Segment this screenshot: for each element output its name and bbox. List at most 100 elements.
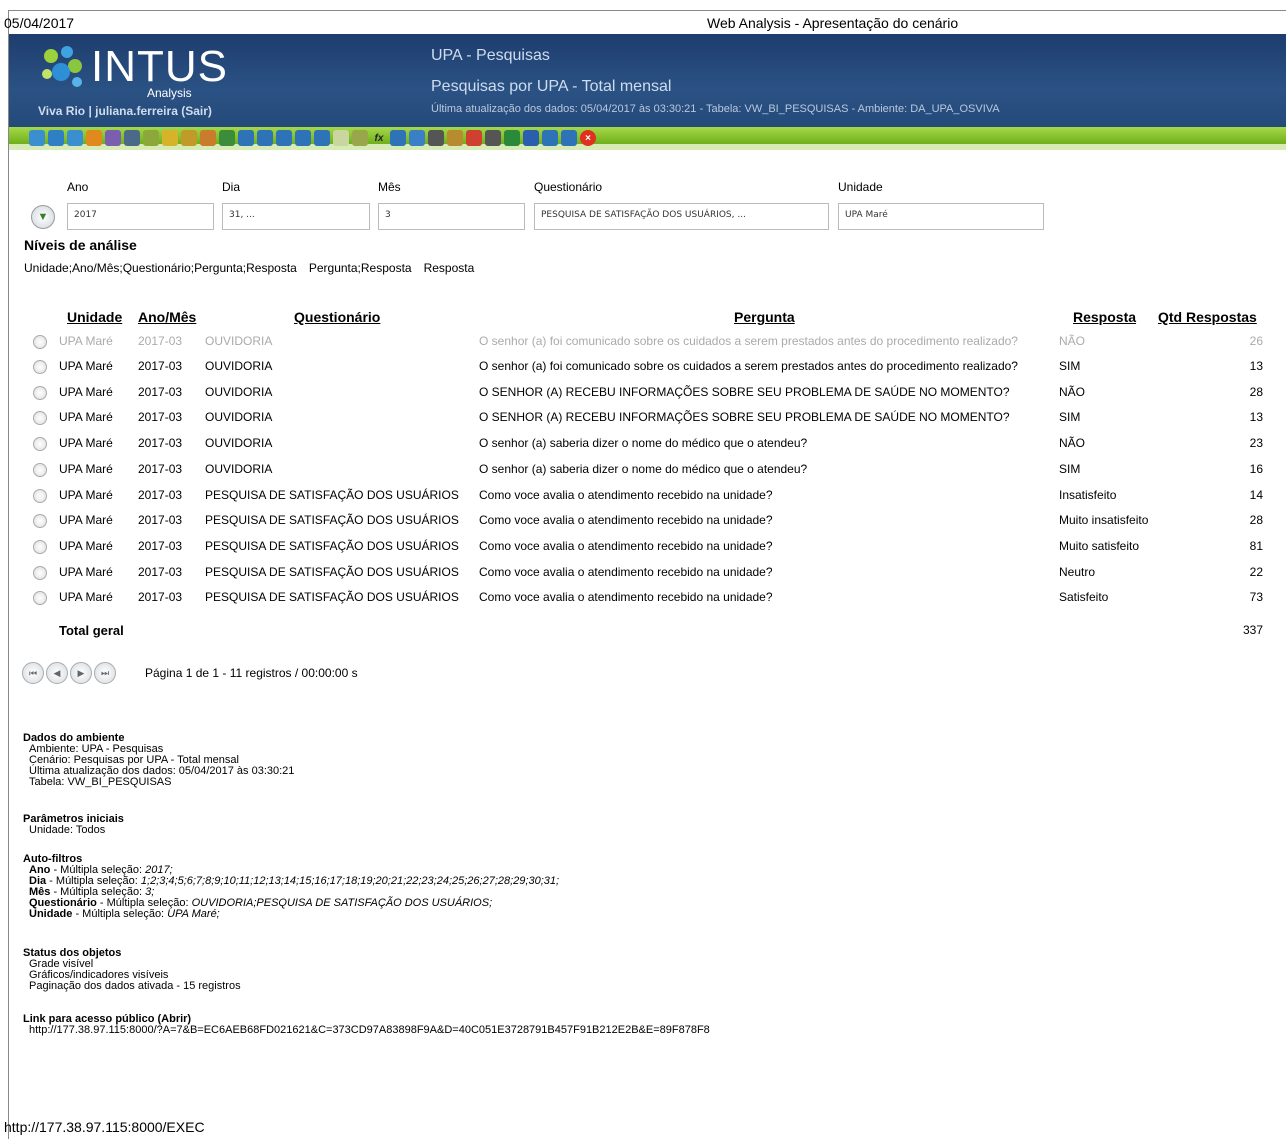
pin-icon[interactable] xyxy=(86,130,102,146)
close-icon[interactable]: × xyxy=(580,130,596,146)
nivel-link[interactable]: Pergunta;Resposta xyxy=(309,261,412,275)
cell-anomes: 2017-03 xyxy=(138,539,183,553)
intus-logo[interactable]: INTUS Analysis xyxy=(37,38,227,100)
apply-filter-button[interactable]: ▼ xyxy=(31,205,55,229)
filter-dia-field[interactable]: 31, ... xyxy=(222,203,370,230)
cell-anomes: 2017-03 xyxy=(138,513,183,527)
table-row[interactable]: UPA Maré 2017-03 PESQUISA DE SATISFAÇÃO DO… xyxy=(0,565,1286,591)
filter-mes-field[interactable]: 3 xyxy=(378,203,525,230)
cell-qtd: 28 xyxy=(1249,385,1263,399)
col-header-unidade[interactable]: Unidade xyxy=(67,309,122,325)
filter-icon[interactable] xyxy=(162,130,178,146)
user-session-link[interactable]: Viva Rio | juliana.ferreira (Sair) xyxy=(38,104,212,118)
row-radio[interactable] xyxy=(33,566,47,580)
col-header-qtd[interactable]: Qtd Respostas xyxy=(1158,309,1257,325)
hierarchy-icon[interactable] xyxy=(200,130,216,146)
table-row[interactable]: UPA Maré 2017-03 PESQUISA DE SATISFAÇÃO DO… xyxy=(0,513,1286,539)
row-radio[interactable] xyxy=(33,386,47,400)
first-page-button[interactable]: ⏮ xyxy=(22,662,44,684)
chart-icon[interactable] xyxy=(390,130,406,146)
table-row[interactable]: UPA Maré 2017-03 PESQUISA DE SATISFAÇÃO DO… xyxy=(0,590,1286,616)
line-chart-icon[interactable] xyxy=(409,130,425,146)
cell-qtd: 23 xyxy=(1249,436,1263,450)
rows-icon[interactable] xyxy=(276,130,292,146)
last-page-button[interactable]: ⏭ xyxy=(94,662,116,684)
filter-unidade-field[interactable]: UPA Maré xyxy=(838,203,1044,230)
nivel-link[interactable]: Unidade;Ano/Mês;Questionário;Pergunta;Re… xyxy=(24,261,297,275)
cell-anomes: 2017-03 xyxy=(138,385,183,399)
export-icon[interactable] xyxy=(542,130,558,146)
grid-icon[interactable] xyxy=(257,130,273,146)
back-icon[interactable] xyxy=(48,130,64,146)
traffic-light-icon[interactable] xyxy=(466,130,482,146)
col-header-questionario[interactable]: Questionário xyxy=(294,309,380,325)
col-header-resposta[interactable]: Resposta xyxy=(1073,309,1136,325)
row-radio[interactable] xyxy=(33,489,47,503)
filter-questionario-field[interactable]: PESQUISA DE SATISFAÇÃO DOS USUÁRIOS, ... xyxy=(534,203,829,230)
window-icon[interactable] xyxy=(561,130,577,146)
sum-icon[interactable] xyxy=(295,130,311,146)
table-row[interactable]: UPA Maré 2017-03 OUVIDORIA O senhor (a) sab… xyxy=(0,436,1286,462)
row-radio[interactable] xyxy=(33,437,47,451)
cell-resposta: NÃO xyxy=(1059,334,1086,348)
cell-resposta: Neutro xyxy=(1059,565,1096,579)
cell-pergunta: O senhor (a) foi comunicado sobre os cui… xyxy=(479,334,1018,348)
presentation-icon[interactable] xyxy=(105,130,121,146)
cell-qtd: 73 xyxy=(1249,590,1263,604)
table-row[interactable]: UPA Maré 2017-03 OUVIDORIA O senhor (a) foi… xyxy=(0,334,1286,360)
niveis-list: Unidade;Ano/Mês;Questionário;Pergunta;Re… xyxy=(24,261,486,275)
fx-icon[interactable]: fx xyxy=(371,130,387,146)
flask-icon[interactable] xyxy=(143,130,159,146)
tree-icon[interactable] xyxy=(447,130,463,146)
row-radio[interactable] xyxy=(33,360,47,374)
spellcheck-icon[interactable] xyxy=(219,130,235,146)
home-icon[interactable] xyxy=(29,130,45,146)
toolbar: fx × xyxy=(9,127,1286,150)
cell-anomes: 2017-03 xyxy=(138,590,183,604)
row-radio[interactable] xyxy=(33,463,47,477)
cell-pergunta: O senhor (a) foi comunicado sobre os cui… xyxy=(479,359,1018,373)
columns-icon[interactable] xyxy=(238,130,254,146)
table-row[interactable]: UPA Maré 2017-03 PESQUISA DE SATISFAÇÃO DO… xyxy=(0,488,1286,514)
row-radio[interactable] xyxy=(33,411,47,425)
screen-icon[interactable] xyxy=(124,130,140,146)
public-link[interactable]: http://177.38.97.115:8000/?A=7&B=EC6AEB6… xyxy=(23,1025,710,1036)
auto-filter-line: Unidade - Múltipla seleção: UPA Maré; xyxy=(23,909,559,920)
cell-unidade: UPA Maré xyxy=(59,488,113,502)
cell-questionario: PESQUISA DE SATISFAÇÃO DOS USUÁRIOS xyxy=(205,488,459,502)
col-header-pergunta[interactable]: Pergunta xyxy=(734,309,795,325)
pie-icon[interactable] xyxy=(428,130,444,146)
table-row[interactable]: UPA Maré 2017-03 OUVIDORIA O SENHOR (A) REC… xyxy=(0,385,1286,411)
table-row[interactable]: UPA Maré 2017-03 OUVIDORIA O senhor (a) sab… xyxy=(0,462,1286,488)
table-row[interactable]: UPA Maré 2017-03 PESQUISA DE SATISFAÇÃO DO… xyxy=(0,539,1286,565)
next-page-button[interactable]: ▶ xyxy=(70,662,92,684)
row-radio[interactable] xyxy=(33,591,47,605)
print-icon[interactable] xyxy=(485,130,501,146)
row-radio[interactable] xyxy=(33,514,47,528)
cell-unidade: UPA Maré xyxy=(59,359,113,373)
filter2-icon[interactable] xyxy=(181,130,197,146)
cell-unidade: UPA Maré xyxy=(59,539,113,553)
row-radio[interactable] xyxy=(33,540,47,554)
filter-label-questionario: Questionário xyxy=(534,180,603,194)
bars-icon[interactable] xyxy=(352,130,368,146)
cell-qtd: 81 xyxy=(1249,539,1263,553)
prev-page-button[interactable]: ◀ xyxy=(46,662,68,684)
excel-icon[interactable] xyxy=(504,130,520,146)
auto-filter-mode: - Múltipla seleção: xyxy=(72,908,168,920)
filter-ano-field[interactable]: 2017 xyxy=(67,203,214,230)
filter-icon: ▼ xyxy=(37,211,49,223)
nivel-link[interactable]: Resposta xyxy=(424,261,475,275)
word-icon[interactable] xyxy=(523,130,539,146)
auto-filter-values: OUVIDORIA;PESQUISA DE SATISFAÇÃO DOS USU… xyxy=(191,897,493,909)
table-row[interactable]: UPA Maré 2017-03 OUVIDORIA O senhor (a) foi… xyxy=(0,359,1286,385)
row-radio[interactable] xyxy=(33,335,47,349)
copy-icon[interactable] xyxy=(314,130,330,146)
info-line: Tabela: VW_BI_PESQUISAS xyxy=(29,776,172,788)
table-row[interactable]: UPA Maré 2017-03 OUVIDORIA O SENHOR (A) REC… xyxy=(0,410,1286,436)
col-header-anomes[interactable]: Ano/Mês xyxy=(138,309,196,325)
cell-anomes: 2017-03 xyxy=(138,462,183,476)
table-icon[interactable] xyxy=(333,130,349,146)
pager: ⏮ ◀ ▶ ⏭ xyxy=(22,662,116,684)
refresh-icon[interactable] xyxy=(67,130,83,146)
